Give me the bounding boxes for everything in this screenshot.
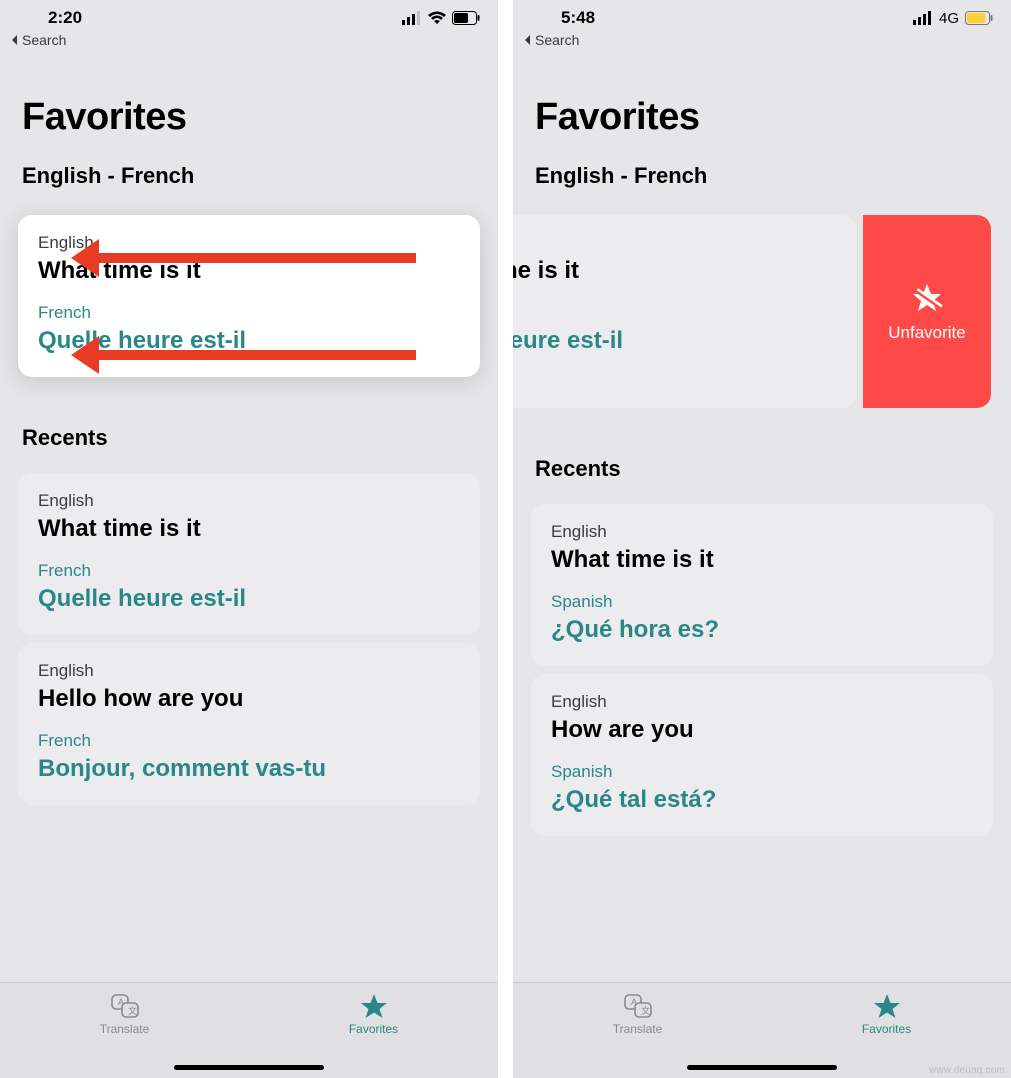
recents-heading: Recents — [0, 385, 498, 465]
tab-bar: A文 Translate Favorites — [513, 982, 1011, 1078]
tab-favorites[interactable]: Favorites — [249, 983, 498, 1078]
translate-icon: A文 — [623, 993, 653, 1019]
svg-text:A: A — [631, 997, 637, 1007]
source-text: What time is it — [38, 515, 460, 543]
tab-bar: A文 Translate Favorites — [0, 982, 498, 1078]
target-text: Bonjour, comment vas-tu — [38, 755, 460, 783]
favorite-card-content: . ne is it . ıeure est-il — [513, 215, 856, 408]
tab-label: Translate — [100, 1022, 150, 1036]
back-label: Search — [22, 32, 66, 48]
tab-translate[interactable]: A文 Translate — [513, 983, 762, 1078]
recent-card[interactable]: English What time is it French Quelle he… — [18, 473, 480, 635]
screenshot-divider — [498, 0, 513, 1078]
favorite-card-swiped[interactable]: . ne is it . ıeure est-il Unfavorite — [531, 215, 993, 408]
swipe-arrow-annotation — [98, 350, 416, 360]
chevron-left-icon — [10, 35, 20, 45]
translate-icon: A文 — [110, 993, 140, 1019]
recent-card[interactable]: English How are you Spanish ¿Qué tal est… — [531, 674, 993, 836]
network-label: 4G — [939, 10, 959, 27]
watermark: www.deuaq.com — [929, 1065, 1005, 1076]
language-pair: English - French — [0, 153, 498, 207]
signal-icon — [913, 11, 933, 25]
tab-translate[interactable]: A文 Translate — [0, 983, 249, 1078]
status-bar: 5:48 4G — [513, 0, 1011, 30]
home-indicator[interactable] — [687, 1065, 837, 1070]
chevron-left-icon — [523, 35, 533, 45]
swipe-arrow-annotation — [98, 253, 416, 263]
source-text: What time is it — [551, 546, 973, 574]
recent-card[interactable]: English What time is it Spanish ¿Qué hor… — [531, 504, 993, 666]
status-time: 5:48 — [561, 8, 595, 28]
target-language: Spanish — [551, 762, 973, 782]
tab-label: Favorites — [862, 1022, 911, 1036]
wifi-icon — [428, 11, 446, 25]
signal-icon — [402, 11, 422, 25]
unfavorite-label: Unfavorite — [888, 323, 965, 343]
source-language: English — [38, 661, 460, 681]
page-title: Favorites — [513, 56, 1011, 153]
star-icon — [872, 993, 902, 1019]
battery-icon — [452, 11, 480, 25]
language-pair: English - French — [513, 153, 1011, 207]
target-language: French — [38, 561, 460, 581]
favorite-card[interactable]: English What time is it French Quelle he… — [18, 215, 480, 377]
phone-right: 5:48 4G Search Favorites English - Frenc… — [513, 0, 1011, 1078]
back-to-search[interactable]: Search — [513, 30, 1011, 56]
target-language: French — [38, 731, 460, 751]
source-text: Hello how are you — [38, 685, 460, 713]
tab-label: Translate — [613, 1022, 663, 1036]
target-text: ¿Qué hora es? — [551, 616, 973, 644]
status-bar: 2:20 — [0, 0, 498, 30]
target-text-partial: ıeure est-il — [513, 327, 836, 355]
svg-text:文: 文 — [128, 1005, 137, 1016]
status-time: 2:20 — [48, 8, 82, 28]
recents-heading: Recents — [513, 416, 1011, 496]
svg-text:A: A — [118, 997, 124, 1007]
target-text: Quelle heure est-il — [38, 585, 460, 613]
battery-low-power-icon — [965, 11, 993, 25]
home-indicator[interactable] — [174, 1065, 324, 1070]
unfavorite-button[interactable]: Unfavorite — [863, 215, 991, 408]
star-slash-icon — [910, 281, 944, 315]
page-title: Favorites — [0, 56, 498, 153]
source-language: English — [38, 491, 460, 511]
source-text-partial: ne is it — [513, 257, 836, 285]
target-text: ¿Qué tal está? — [551, 786, 973, 814]
recent-card[interactable]: English Hello how are you French Bonjour… — [18, 643, 480, 805]
source-language: English — [551, 692, 973, 712]
tab-favorites[interactable]: Favorites — [762, 983, 1011, 1078]
target-language: French — [38, 303, 460, 323]
back-to-search[interactable]: Search — [0, 30, 498, 56]
target-language: Spanish — [551, 592, 973, 612]
phone-left: 2:20 Search Favorites English - French E… — [0, 0, 498, 1078]
source-text: How are you — [551, 716, 973, 744]
tab-label: Favorites — [349, 1022, 398, 1036]
back-label: Search — [535, 32, 579, 48]
source-language: English — [551, 522, 973, 542]
source-language: English — [38, 233, 460, 253]
star-icon — [359, 993, 389, 1019]
svg-text:文: 文 — [641, 1005, 650, 1016]
